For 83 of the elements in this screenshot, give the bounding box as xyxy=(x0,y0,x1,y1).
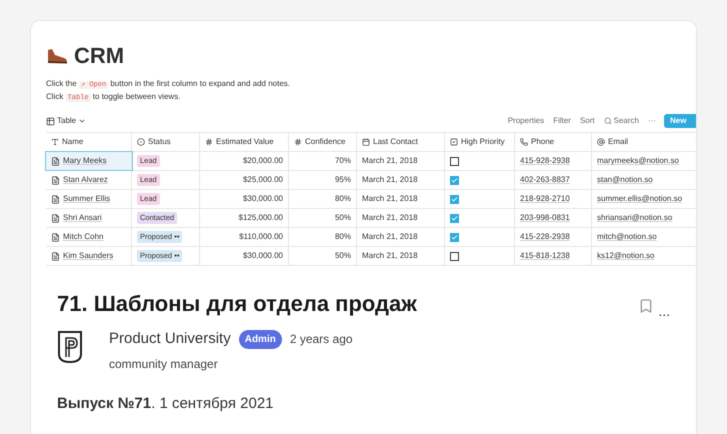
table-cell: stan@notion.so xyxy=(592,171,696,189)
page-icon xyxy=(51,214,60,222)
table-cell: 50% xyxy=(289,209,357,227)
more-button[interactable]: ··· xyxy=(648,115,656,127)
toolbar-button[interactable]: Properties xyxy=(508,115,544,127)
table-cell: $25,000.00 xyxy=(200,171,289,189)
table-cell: 203-998-0831 xyxy=(515,209,592,227)
column-type-icon xyxy=(294,138,302,146)
table-cell: ks12@notion.so xyxy=(592,247,696,265)
shoe-icon xyxy=(46,48,68,64)
name-cell[interactable]: Mitch Cohn xyxy=(46,228,132,246)
page-icon xyxy=(51,156,60,166)
table-cell: March 21, 2018 xyxy=(357,171,445,189)
priority-checkbox[interactable] xyxy=(450,194,459,204)
table-cell: 402-263-8837 xyxy=(515,171,592,189)
name-cell[interactable]: Stan Alvarez xyxy=(46,171,132,189)
table-cell: $30,000.00 xyxy=(200,247,289,265)
table-cell: $30,000.00 xyxy=(200,190,289,208)
chevron-down-icon xyxy=(78,117,86,125)
name-cell[interactable]: Summer Ellis xyxy=(46,190,132,208)
column-type-icon xyxy=(137,138,145,146)
table-cell: 415-928-2938 xyxy=(515,152,592,170)
admin-badge: Admin xyxy=(238,330,282,349)
table-cell: marymeeks@notion.so xyxy=(592,152,696,170)
table-cell: March 21, 2018 xyxy=(357,152,445,170)
table-cell: $110,000.00 xyxy=(200,228,289,246)
name-cell[interactable]: Mary Meeks xyxy=(46,152,132,170)
page-icon xyxy=(51,176,60,184)
table-cell: 95% xyxy=(289,171,357,189)
priority-checkbox[interactable] xyxy=(450,232,459,242)
column-header[interactable]: Status xyxy=(132,133,200,151)
table-cell: March 21, 2018 xyxy=(357,209,445,227)
table-cell: 80% xyxy=(289,190,357,208)
table-cell: 50% xyxy=(289,247,357,265)
column-header[interactable]: Estimated Value xyxy=(200,133,289,151)
column-type-icon xyxy=(597,138,605,146)
toolbar-button[interactable]: Filter xyxy=(553,115,571,127)
column-header[interactable]: Phone xyxy=(515,133,592,151)
search-icon xyxy=(604,117,612,125)
post-time: 2 years ago xyxy=(290,331,353,348)
column-header[interactable]: Confidence xyxy=(289,133,357,151)
page-icon xyxy=(51,232,60,242)
logo-icon xyxy=(57,330,83,364)
column-type-icon xyxy=(450,138,458,146)
column-type-icon xyxy=(51,138,59,146)
page-icon xyxy=(51,252,60,260)
priority-checkbox[interactable] xyxy=(450,156,459,166)
page-icon xyxy=(51,194,60,204)
table-cell: March 21, 2018 xyxy=(357,190,445,208)
search-button[interactable]: Search xyxy=(604,115,639,127)
post-title: 71. Шаблоны для отдела продаж xyxy=(57,290,418,318)
table-cell: 218-928-2710 xyxy=(515,190,592,208)
table-cell: March 21, 2018 xyxy=(357,228,445,246)
table-cell: 415-228-2938 xyxy=(515,228,592,246)
column-header[interactable]: Last Contact xyxy=(357,133,445,151)
column-type-icon xyxy=(205,138,213,146)
toolbar-button[interactable]: Sort xyxy=(580,115,595,127)
table-cell: 70% xyxy=(289,152,357,170)
column-header[interactable]: High Priority xyxy=(445,133,515,151)
priority-checkbox[interactable] xyxy=(450,176,459,184)
table-cell: March 21, 2018 xyxy=(357,247,445,265)
page-title: CRM xyxy=(74,42,124,70)
author-name[interactable]: Product University xyxy=(109,328,231,350)
priority-checkbox[interactable] xyxy=(450,252,459,260)
table-cell: $125,000.00 xyxy=(200,209,289,227)
table-cell: summer.ellis@notion.so xyxy=(592,190,696,208)
column-type-icon xyxy=(520,138,528,146)
view-selector[interactable]: Table xyxy=(46,115,86,127)
name-cell[interactable]: Shri Ansari xyxy=(46,209,132,227)
name-cell[interactable]: Kim Saunders xyxy=(46,247,132,265)
bookmark-icon[interactable] xyxy=(638,298,654,314)
table-cell: $20,000.00 xyxy=(200,152,289,170)
table-icon xyxy=(46,116,55,126)
table-cell: 80% xyxy=(289,228,357,246)
table-cell: 415-818-1238 xyxy=(515,247,592,265)
author-role: community manager xyxy=(109,356,219,372)
priority-checkbox[interactable] xyxy=(450,214,459,222)
table-cell: shriansari@notion.so xyxy=(592,209,696,227)
table-cell: mitch@notion.so xyxy=(592,228,696,246)
column-header[interactable]: Email xyxy=(592,133,696,151)
more-options-button[interactable]: ... xyxy=(658,304,670,318)
post-body: Выпуск №71. 1 сентября 2021 xyxy=(57,394,274,414)
column-type-icon xyxy=(362,138,370,146)
